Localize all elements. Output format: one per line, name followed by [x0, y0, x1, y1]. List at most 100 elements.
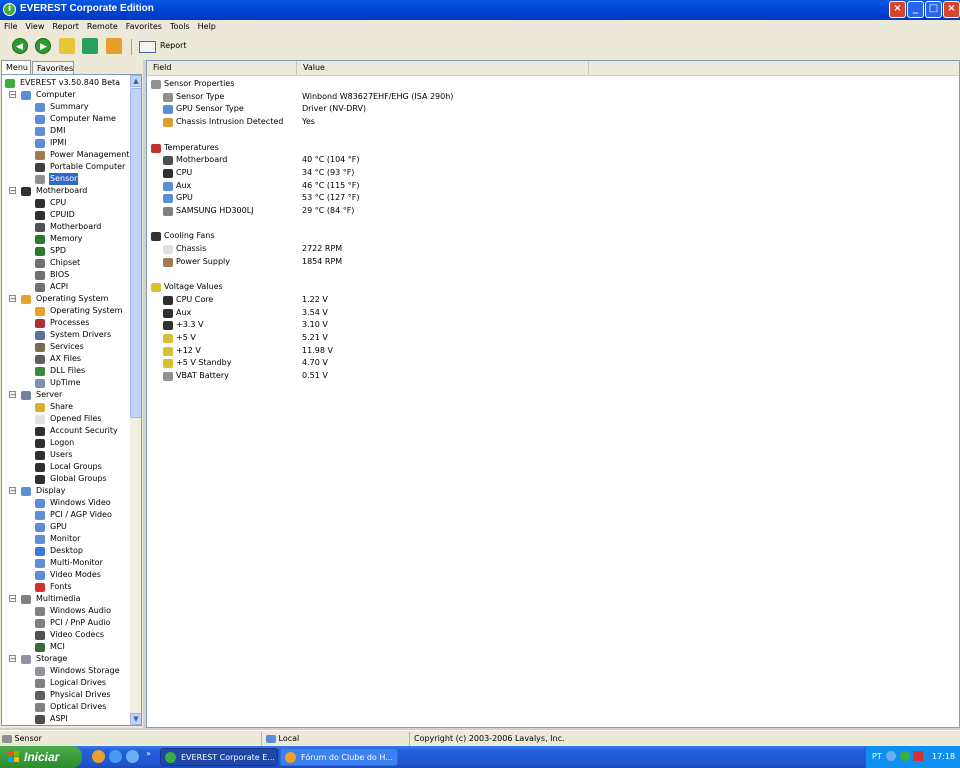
field-column-header[interactable]: Field	[147, 61, 297, 75]
tree-collapse-toggle[interactable]: −	[9, 91, 16, 99]
sensor-icon	[2, 734, 12, 743]
table-row[interactable]: GPU 53 °C (127 °F)	[163, 192, 763, 204]
tree-collapse-toggle[interactable]: −	[9, 595, 16, 603]
refresh-button[interactable]	[82, 38, 98, 54]
field-cell: Motherboard	[176, 155, 228, 165]
section-title: Voltage Values	[164, 282, 223, 292]
driver-icon	[35, 331, 45, 340]
desktop-icon	[35, 547, 45, 556]
server-icon	[21, 391, 31, 400]
value-cell: 1.22 V	[302, 294, 328, 304]
tree-item-label: DMI	[50, 126, 66, 135]
taskbar-button-forum[interactable]: Fórum do Clube do H...	[280, 748, 398, 766]
tray-network-icon[interactable]	[886, 751, 896, 761]
tree-collapse-toggle[interactable]: −	[9, 391, 16, 399]
tree-collapse-toggle[interactable]: −	[9, 295, 16, 303]
title-bar[interactable]: i EVEREST Corporate Edition × _ □ ×	[0, 0, 960, 20]
computer-icon	[35, 139, 45, 148]
tree-item-label: Desktop	[50, 546, 83, 555]
quicklaunch-chevron-icon[interactable]: »	[146, 749, 151, 758]
tree-collapse-toggle[interactable]: −	[9, 487, 16, 495]
tray-antivirus-icon[interactable]	[913, 751, 923, 761]
left-tabs: Menu Favorites	[0, 60, 143, 74]
table-row[interactable]: VBAT Battery 0.51 V	[163, 370, 763, 382]
display-icon	[35, 571, 45, 580]
tree-item-label: Windows Audio	[50, 606, 111, 615]
table-row[interactable]: Chassis 2722 RPM	[163, 243, 763, 255]
audio-icon	[35, 607, 45, 616]
system-button[interactable]: ×	[889, 1, 906, 18]
tab-favorites[interactable]: Favorites	[32, 61, 74, 74]
section-title: Sensor Properties	[164, 79, 235, 88]
menu-report[interactable]: Report	[48, 20, 83, 34]
voltage-icon	[163, 359, 173, 369]
file-icon	[35, 367, 45, 376]
field-cell: +5 V Standby	[176, 358, 232, 368]
messenger-quicklaunch-icon[interactable]	[126, 750, 139, 763]
scroll-down-button[interactable]: ▼	[130, 713, 141, 725]
tree-item-label: Summary	[50, 102, 89, 111]
table-row[interactable]: +5 V Standby 4.70 V	[163, 357, 763, 369]
forward-button[interactable]: ▶	[35, 38, 51, 54]
firefox-task-icon	[285, 752, 296, 763]
table-row[interactable]: Power Supply 1854 RPM	[163, 256, 763, 268]
details-pane: Field Value Sensor Properties Sensor Type…	[146, 60, 960, 728]
codec-icon	[35, 631, 45, 640]
menu-file[interactable]: File	[0, 20, 21, 34]
tree-scrollbar[interactable]: ▲ ▼	[130, 75, 141, 725]
table-row[interactable]: Sensor Type Winbond W83627EHF/EHG (ISA 29…	[163, 91, 763, 103]
table-row[interactable]: Chassis Intrusion Detected Yes	[163, 116, 763, 128]
menu-remote[interactable]: Remote	[83, 20, 122, 34]
toolbar: ◀ ▶ Report	[0, 34, 960, 61]
menu-help[interactable]: Help	[194, 20, 220, 34]
clock[interactable]: 17:18	[932, 752, 955, 761]
table-row[interactable]: Motherboard 40 °C (104 °F)	[163, 154, 763, 166]
firefox-quicklaunch-icon[interactable]	[92, 750, 105, 763]
table-row[interactable]: CPU 34 °C (93 °F)	[163, 167, 763, 179]
table-row[interactable]: Aux 3.54 V	[163, 307, 763, 319]
table-row[interactable]: Aux 46 °C (115 °F)	[163, 180, 763, 192]
table-row[interactable]: CPU Core 1.22 V	[163, 294, 763, 306]
value-cell: 1854 RPM	[302, 256, 343, 266]
ie-quicklaunch-icon[interactable]	[109, 750, 122, 763]
field-cell: Aux	[176, 180, 192, 190]
tree-item-label: Windows Storage	[50, 666, 120, 675]
taskbar-button-everest[interactable]: EVEREST Corporate E...	[160, 748, 278, 766]
power-icon	[163, 257, 173, 267]
start-button[interactable]: Iniciar	[0, 746, 82, 768]
table-row[interactable]: SAMSUNG HD300LJ 29 °C (84 °F)	[163, 205, 763, 217]
tree-item-label: Computer	[36, 90, 76, 99]
close-button[interactable]: ×	[943, 1, 960, 18]
users-button[interactable]	[106, 38, 122, 54]
table-row[interactable]: GPU Sensor Type Driver (NV-DRV)	[163, 103, 763, 115]
table-row[interactable]: +3.3 V 3.10 V	[163, 319, 763, 331]
maximize-button[interactable]: □	[925, 1, 942, 18]
up-button[interactable]	[59, 38, 75, 54]
menu-tools[interactable]: Tools	[166, 20, 194, 34]
field-cell: +3.3 V	[176, 320, 204, 330]
everest-app-icon[interactable]: i	[3, 3, 16, 16]
menu-view[interactable]: View	[21, 20, 48, 34]
minimize-button[interactable]: _	[907, 1, 924, 18]
tab-menu[interactable]: Menu	[1, 60, 31, 74]
tree-item-label: Opened Files	[50, 414, 102, 423]
value-column-header[interactable]: Value	[297, 61, 589, 75]
tree-collapse-toggle[interactable]: −	[9, 655, 16, 663]
tree-item-label: Multi-Monitor	[50, 558, 103, 567]
scroll-up-button[interactable]: ▲	[130, 75, 141, 87]
tree-item-label: GPU	[50, 522, 67, 531]
tree-collapse-toggle[interactable]: −	[9, 187, 16, 195]
field-cell: +5 V	[176, 333, 196, 342]
back-button[interactable]: ◀	[12, 38, 28, 54]
menu-favorites[interactable]: Favorites	[122, 20, 166, 34]
voltage-icon	[151, 283, 161, 293]
tray-everest-icon[interactable]	[900, 751, 910, 761]
table-row[interactable]: +12 V 11.98 V	[163, 345, 763, 357]
audio-icon	[21, 595, 31, 604]
table-row[interactable]: +5 V 5.21 V	[163, 332, 763, 344]
field-cell: +12 V	[176, 345, 201, 355]
drive-icon	[163, 207, 173, 216]
language-indicator[interactable]: PT	[872, 752, 882, 761]
scroll-thumb[interactable]	[130, 88, 141, 418]
display-icon	[35, 499, 45, 508]
